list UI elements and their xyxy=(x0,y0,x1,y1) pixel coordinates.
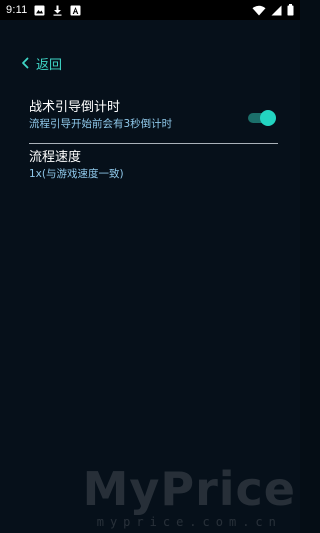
signal-icon xyxy=(270,4,282,16)
status-bar-left: 9:11 xyxy=(6,4,81,16)
divider xyxy=(29,143,278,144)
setting-subtitle: 流程引导开始前会有3秒倒计时 xyxy=(29,118,173,130)
status-time: 9:11 xyxy=(6,4,28,16)
watermark-logo: MyPrice xyxy=(82,462,296,516)
a-icon xyxy=(69,4,81,16)
download-icon xyxy=(51,4,63,16)
setting-guide-countdown[interactable]: 战术引导倒计时 流程引导开始前会有3秒倒计时 xyxy=(29,99,278,132)
watermark: MyPrice myprice.com.cn xyxy=(83,465,296,529)
settings-screen: 9:11 返回 战术引导倒计时 流程引导开始前会有3秒倒计时 流程速度 1x(与… xyxy=(0,0,300,533)
watermark-url: myprice.com.cn xyxy=(96,515,282,529)
status-bar: 9:11 xyxy=(0,0,300,20)
back-button[interactable]: 返回 xyxy=(20,52,62,74)
countdown-toggle[interactable] xyxy=(248,110,276,126)
wifi-icon xyxy=(252,4,266,16)
toggle-thumb xyxy=(260,110,276,126)
setting-flow-speed[interactable]: 流程速度 1x(与游戏速度一致) xyxy=(29,149,278,182)
setting-subtitle: 1x(与游戏速度一致) xyxy=(29,168,124,180)
setting-title: 流程速度 xyxy=(29,150,82,165)
chevron-left-icon xyxy=(20,56,30,70)
image-icon xyxy=(33,4,45,16)
setting-title: 战术引导倒计时 xyxy=(29,100,121,115)
back-label: 返回 xyxy=(36,57,63,73)
status-bar-right xyxy=(252,4,294,16)
battery-icon xyxy=(286,4,294,16)
